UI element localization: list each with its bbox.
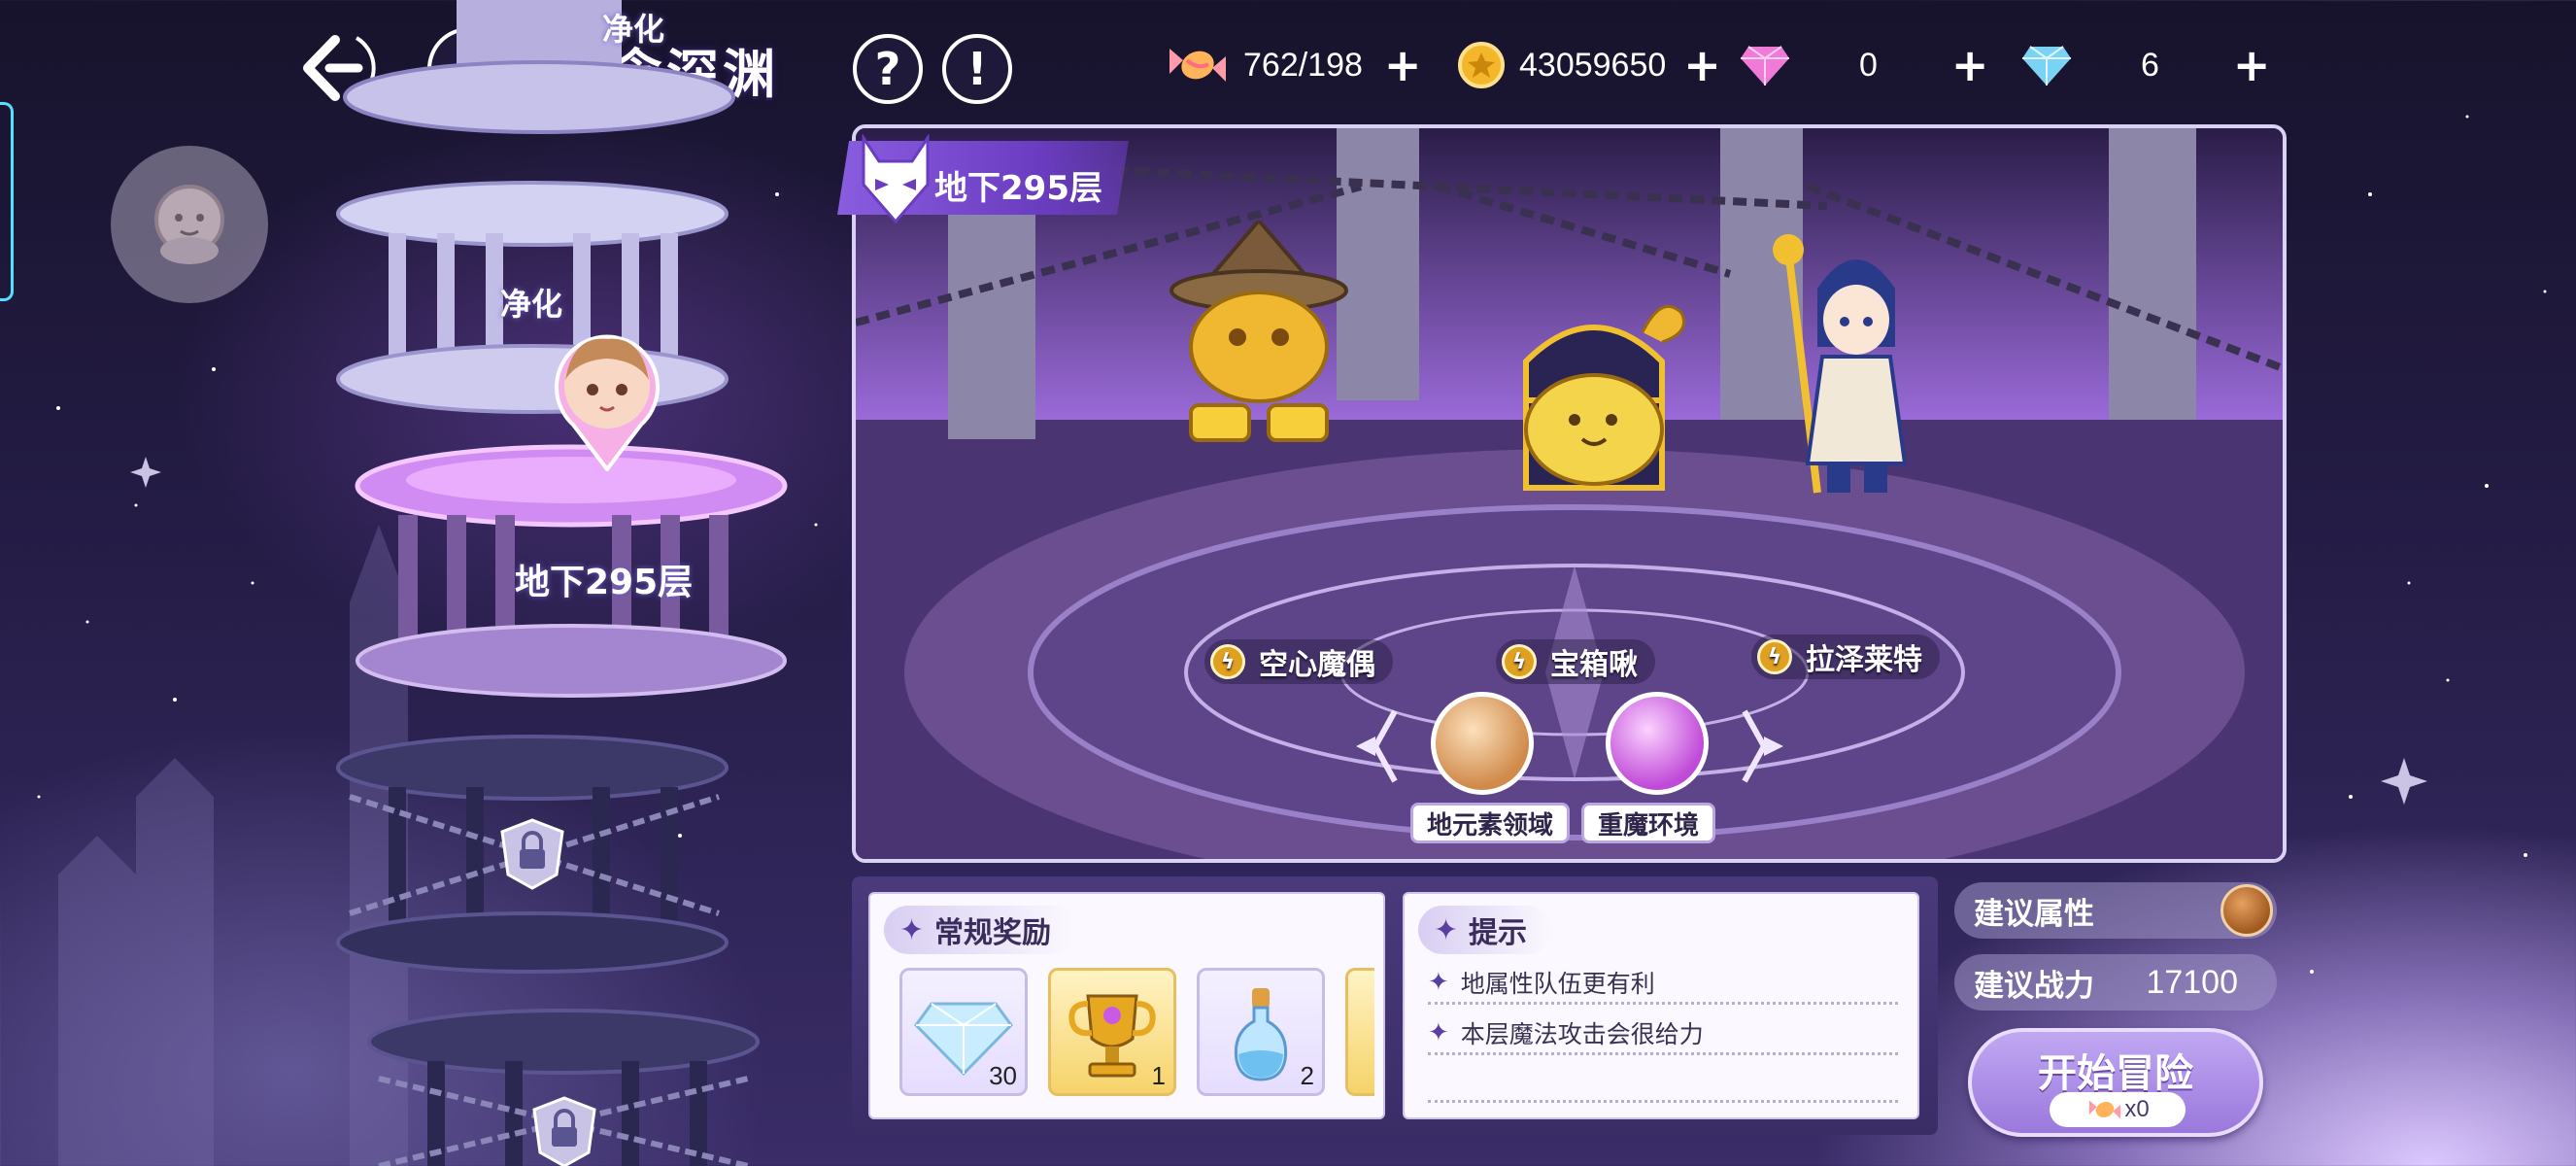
lock-icon <box>500 818 564 890</box>
start-adventure-button[interactable]: 开始冒险 x0 <box>1968 1028 2263 1137</box>
enemy-name-hollow-puppet[interactable]: ϟ 空心魔偶 <box>1204 639 1393 684</box>
battle-scene-preview <box>852 124 2287 863</box>
reward-item-diamond[interactable]: 30 <box>899 968 1028 1096</box>
hollow-puppet-character <box>1169 221 1348 442</box>
reward-panel-header: ✦ 常规奖励 <box>884 906 1076 954</box>
recommended-power-label: 建议战力 <box>1974 968 2094 1004</box>
player-location-marker-icon <box>555 334 660 471</box>
tip-text: 本层魔法攻击会很给力 <box>1460 1019 1704 1048</box>
heavy-magic-effect-icon[interactable] <box>1606 692 1709 795</box>
gem-add-button[interactable]: + <box>1951 43 1989 87</box>
start-cost-value: x0 <box>2124 1096 2150 1122</box>
element-effect-frame <box>1356 709 1783 783</box>
abyss-tower: 净化 净化 地下295层 <box>321 0 864 1166</box>
earth-element-icon <box>2220 884 2273 937</box>
diamond-value: 6 <box>2141 46 2159 84</box>
blue-diamond-icon <box>2022 46 2071 86</box>
demon-mask-icon <box>862 134 930 223</box>
side-drawer-tab[interactable] <box>0 102 14 301</box>
tip-divider <box>1428 1100 1898 1103</box>
gem-currency: 0 + <box>1739 39 1988 91</box>
tips-panel-header: ✦ 提示 <box>1418 906 1552 954</box>
lightning-element-icon: ϟ <box>1757 639 1792 674</box>
start-cost: x0 <box>2050 1092 2186 1127</box>
reward-item-potion[interactable]: 2 <box>1197 968 1325 1096</box>
floor-label-top[interactable]: 净化 <box>602 5 664 50</box>
floor-top <box>343 0 735 134</box>
sparkle-icon: ✦ <box>1428 1017 1449 1047</box>
reward-panel: ✦ 常规奖励 30 1 2 <box>868 892 1385 1119</box>
diamond-add-button[interactable]: + <box>2233 43 2271 87</box>
start-adventure-label: 开始冒险 <box>2038 1050 2193 1096</box>
lock-icon <box>532 1096 596 1166</box>
player-avatar-button[interactable] <box>111 146 268 303</box>
reward-count: 2 <box>1300 1061 1314 1090</box>
gold-currency: 43059650 + <box>1457 39 1721 91</box>
floor-label-purified[interactable]: 净化 <box>500 280 562 325</box>
treasure-chest-character <box>1523 304 1685 491</box>
reward-count: 30 <box>989 1061 1017 1090</box>
sparkle-icon: ✦ <box>899 913 925 947</box>
tip-text: 地属性队伍更有利 <box>1460 969 1655 998</box>
field-effect-label-earth: 地元素领域 <box>1410 803 1571 843</box>
tip-line: ✦ 地属性队伍更有利 <box>1428 962 1898 1005</box>
recommended-attribute-label: 建议属性 <box>1974 896 2094 932</box>
enemy-name-label: 宝箱啾 <box>1550 648 1638 682</box>
reward-item-partial[interactable] <box>1345 968 1374 1096</box>
lazarette-character <box>1773 234 1908 494</box>
scene-floor-title: 地下295层 <box>934 169 1102 208</box>
reward-count: 1 <box>1151 1061 1166 1090</box>
floor-label-current[interactable]: 地下295层 <box>515 554 693 604</box>
recommended-power: 建议战力 17100 <box>1954 954 2277 1011</box>
lightning-element-icon: ϟ <box>1502 644 1537 679</box>
enemy-name-chest-chu[interactable]: ϟ 宝箱啾 <box>1496 639 1655 684</box>
lightning-element-icon: ϟ <box>1210 644 1245 679</box>
tips-title: 提示 <box>1469 916 1527 950</box>
gem-value: 0 <box>1859 46 1878 84</box>
candy-add-button[interactable]: + <box>1384 43 1422 87</box>
gold-value: 43059650 <box>1519 46 1667 84</box>
pink-gem-icon <box>1741 46 1789 86</box>
enemy-name-lazarette[interactable]: ϟ 拉泽莱特 <box>1751 634 1940 679</box>
diamond-currency: 6 + <box>2020 39 2270 91</box>
candy-value: 762/198 <box>1243 46 1363 84</box>
gold-add-button[interactable]: + <box>1683 43 1721 87</box>
reward-item-trophy[interactable]: 1 <box>1048 968 1176 1096</box>
earth-field-effect-icon[interactable] <box>1431 692 1534 795</box>
notice-button[interactable]: ! <box>942 34 1012 104</box>
reward-title: 常规奖励 <box>934 916 1051 950</box>
field-effect-label-heavy-magic: 重魔环境 <box>1581 803 1716 843</box>
sparkle-icon: ✦ <box>1434 913 1459 947</box>
recommended-power-value: 17100 <box>2146 963 2238 1001</box>
sparkle-icon: ✦ <box>1428 967 1449 997</box>
candy-icon <box>1169 49 1226 82</box>
candy-currency: 762/198 + <box>1166 39 1421 91</box>
tips-panel: ✦ 提示 ✦ 地属性队伍更有利 ✦ 本层魔法攻击会很给力 <box>1403 892 1919 1119</box>
candy-icon <box>2089 1100 2121 1119</box>
tip-line: ✦ 本层魔法攻击会很给力 <box>1428 1012 1898 1055</box>
gold-coin-icon <box>1458 42 1505 88</box>
enemy-name-label: 拉泽莱特 <box>1806 643 1922 677</box>
character-avatar-icon <box>154 185 224 264</box>
enemy-name-label: 空心魔偶 <box>1259 648 1375 682</box>
